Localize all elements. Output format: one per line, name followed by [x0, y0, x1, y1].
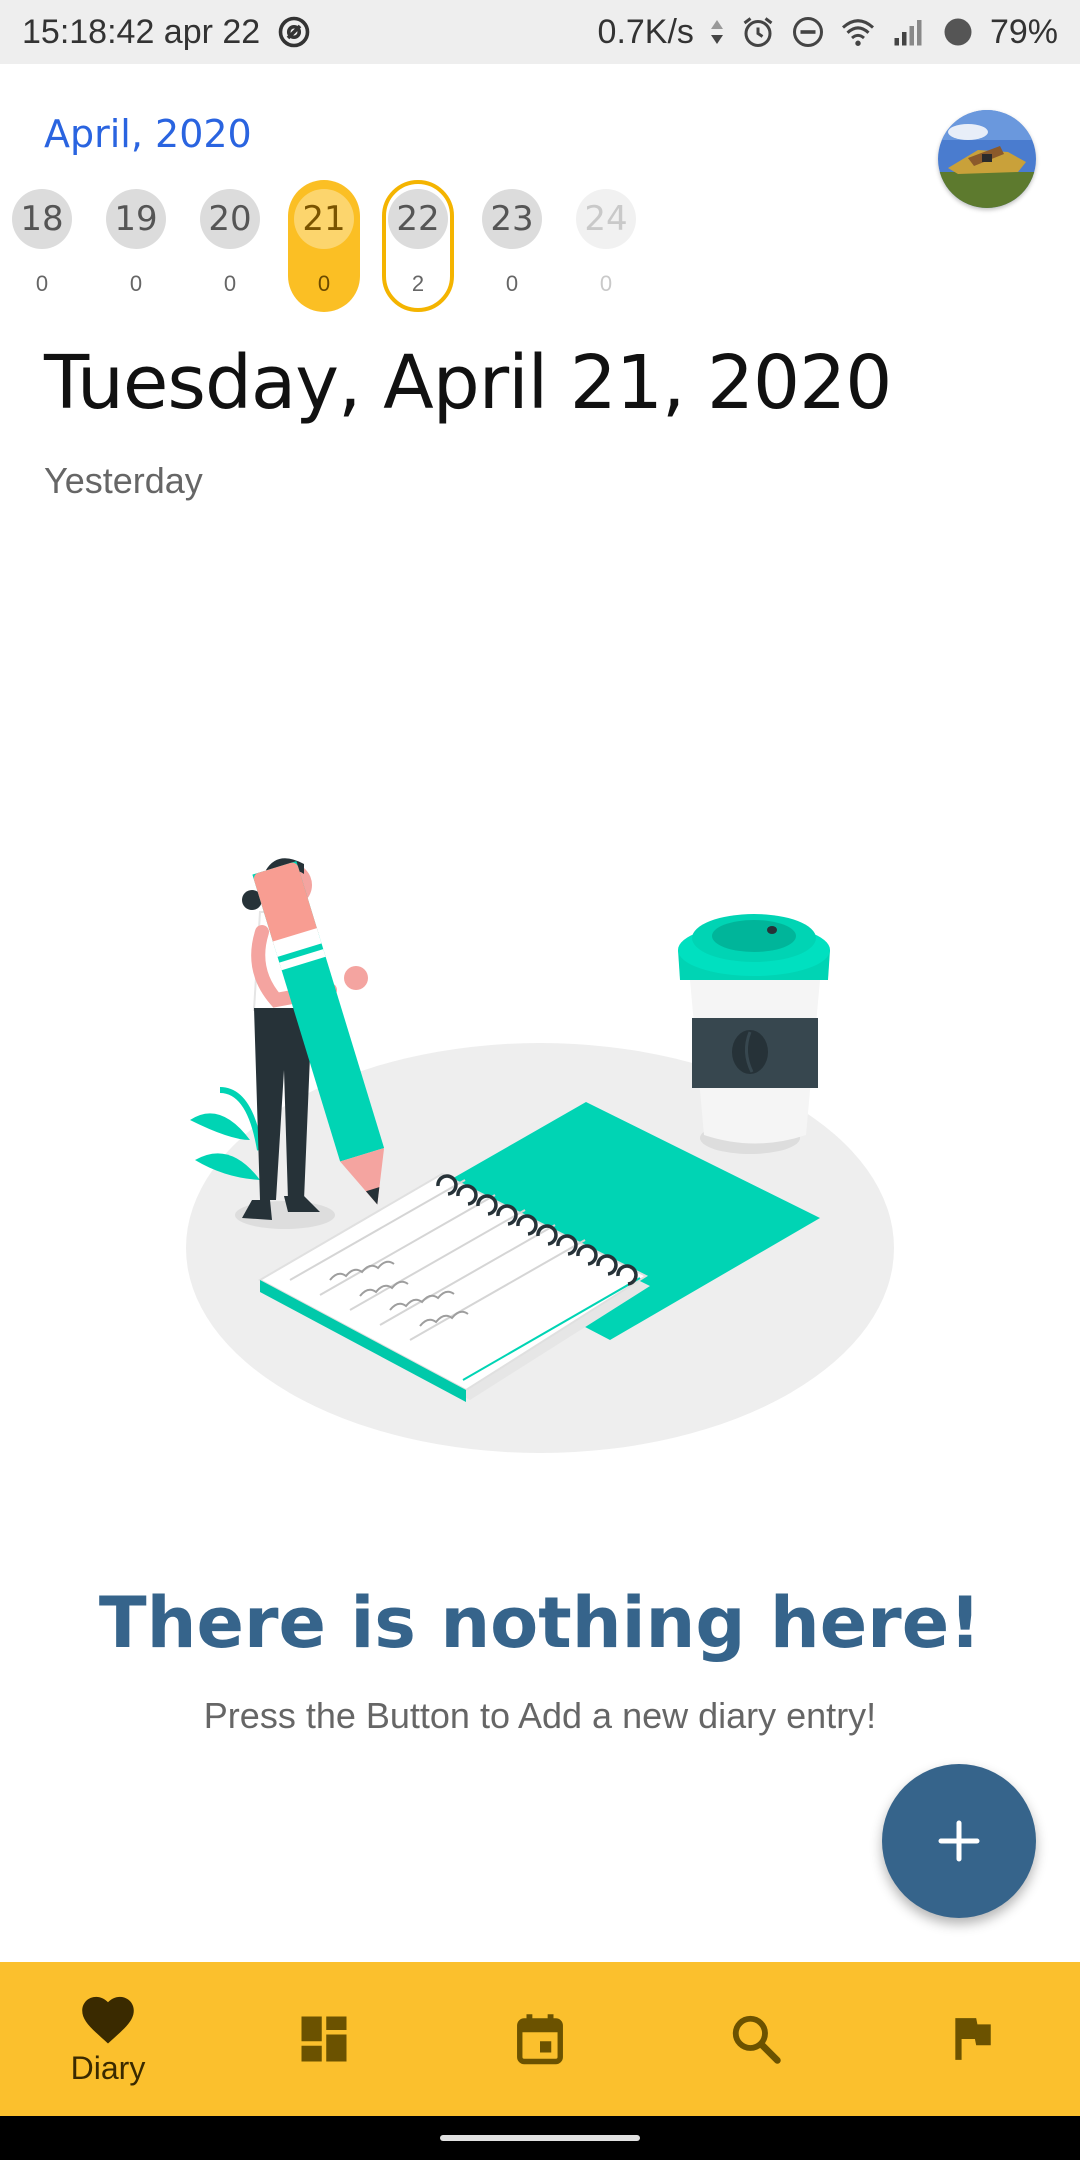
battery-level: 79%	[989, 13, 1058, 51]
date-item-23[interactable]: 23 0	[476, 180, 548, 312]
date-day: 23	[482, 189, 542, 249]
date-entry-count: 2	[411, 271, 425, 296]
date-entry-count: 0	[599, 271, 613, 296]
date-day: 21	[294, 189, 354, 249]
status-time: 15:18:42 apr 22	[22, 13, 261, 51]
home-gesture-pill[interactable]	[440, 2135, 640, 2141]
date-entry-count: 0	[35, 271, 49, 296]
empty-state-subtitle: Press the Button to Add a new diary entr…	[203, 1695, 877, 1736]
date-item-19[interactable]: 19 0	[100, 180, 172, 312]
month-label[interactable]: April, 2020	[44, 112, 252, 156]
network-speed: 0.7K/s	[597, 13, 694, 51]
nav-item-calendar[interactable]	[432, 1962, 648, 2116]
battery-saver-icon	[944, 18, 972, 46]
date-entry-count: 0	[505, 271, 519, 296]
date-day: 20	[200, 189, 260, 249]
date-item-20[interactable]: 20 0	[194, 180, 266, 312]
date-item-18[interactable]: 18 0	[6, 180, 78, 312]
search-icon	[732, 2015, 781, 2064]
calendar-icon	[517, 2014, 563, 2065]
do-not-disturb-icon	[792, 17, 823, 47]
alarm-icon	[743, 17, 773, 47]
date-day: 24	[576, 189, 636, 249]
date-entry-count: 0	[223, 271, 237, 296]
date-entry-count: 0	[317, 271, 331, 296]
empty-state-illustration	[186, 858, 894, 1453]
nav-item-search[interactable]	[648, 1962, 864, 2116]
nav-item-goals[interactable]	[864, 1962, 1080, 2116]
heart-icon	[82, 1996, 134, 2044]
at-sign-icon	[278, 16, 310, 48]
date-day: 22	[388, 189, 448, 249]
relative-day-label: Yesterday	[44, 460, 203, 501]
add-entry-button[interactable]	[882, 1764, 1036, 1918]
nav-item-dashboard[interactable]	[216, 1962, 432, 2116]
date-strip: 18 0 19 0 20 0 21 0 22 2 23 0 24 0	[0, 180, 1080, 320]
date-item-22-today[interactable]: 22 2	[382, 180, 454, 312]
signal-icon	[894, 20, 922, 46]
flag-icon	[955, 2018, 991, 2060]
data-arrows-icon	[710, 20, 723, 44]
nav-item-diary[interactable]: Diary	[0, 1962, 216, 2116]
date-day: 19	[106, 189, 166, 249]
date-item-21-selected[interactable]: 21 0	[288, 180, 360, 312]
bottom-nav: Diary	[0, 1962, 1080, 2116]
plus-icon	[938, 1820, 980, 1862]
empty-state-title: There is nothing here!	[98, 1582, 982, 1664]
date-day: 18	[12, 189, 72, 249]
app-screen: 15:18:42 apr 22 0.7K/s 79% April, 2020 1…	[0, 0, 1080, 2160]
wifi-icon	[841, 19, 874, 46]
date-item-24: 24 0	[570, 180, 642, 312]
system-nav-bar	[0, 2116, 1080, 2160]
status-bar: 15:18:42 apr 22 0.7K/s 79%	[0, 0, 1080, 64]
dashboard-icon	[301, 2016, 347, 2062]
page-title: Tuesday, April 21, 2020	[44, 340, 892, 426]
date-entry-count: 0	[129, 271, 143, 296]
nav-label-diary: Diary	[70, 2049, 146, 2086]
